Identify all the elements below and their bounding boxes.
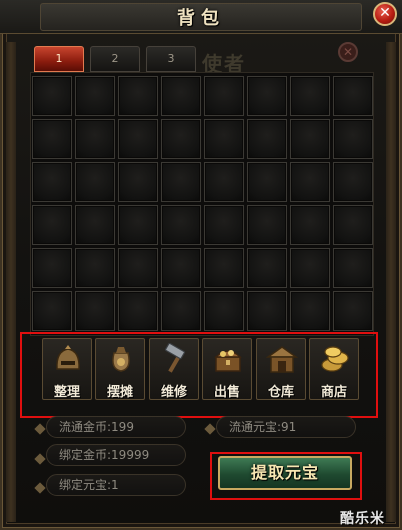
circulating-gold-field: 流通金币:199 [46,416,186,438]
inventory-slot[interactable] [32,205,72,245]
warehouse-icon [265,346,299,373]
hammer-icon [164,343,186,373]
sell-label: 出售 [213,385,240,400]
inventory-slot[interactable] [204,76,244,116]
stall-button[interactable]: 摆摊 [95,338,145,400]
right-border-decoration [386,42,396,522]
inventory-slot[interactable] [118,248,158,288]
bound-yuanbao-value: 1 [111,478,119,492]
inventory-slot[interactable] [204,119,244,159]
inventory-slot[interactable] [204,205,244,245]
inventory-slot[interactable] [333,291,373,331]
sort-button[interactable]: 整理 [42,338,92,400]
repair-button[interactable]: 维修 [149,338,199,400]
inventory-slot[interactable] [333,119,373,159]
inventory-slot[interactable] [333,162,373,202]
inventory-slot[interactable] [333,205,373,245]
close-button[interactable]: ✕ [373,2,397,26]
inventory-slot[interactable] [290,291,330,331]
circulating-yuanbao-label: 流通元宝: [229,420,282,434]
repair-label: 维修 [160,385,187,400]
inventory-slot[interactable] [118,205,158,245]
inventory-slot[interactable] [75,162,115,202]
background-close-icon: ✕ [338,42,358,62]
inventory-slot[interactable] [247,119,287,159]
inventory-slot[interactable] [161,76,201,116]
circulating-yuanbao-field: 流通元宝:91 [216,416,356,438]
inventory-slot[interactable] [75,291,115,331]
inventory-slot[interactable] [118,162,158,202]
inventory-slot[interactable] [204,291,244,331]
sell-button[interactable]: 出售 [202,338,252,400]
inventory-slot[interactable] [118,291,158,331]
inventory-slot[interactable] [290,248,330,288]
inventory-slot[interactable] [32,119,72,159]
bound-gold-field: 绑定金币:19999 [46,444,186,466]
inventory-slot[interactable] [32,76,72,116]
gold-coins-icon [321,346,349,372]
shop-label: 商店 [320,385,347,400]
inventory-slot[interactable] [247,291,287,331]
tab-1[interactable]: 1 [34,46,84,72]
inventory-slot[interactable] [118,76,158,116]
sort-label: 整理 [53,385,80,400]
inventory-slot[interactable] [32,291,72,331]
inventory-slot[interactable] [75,119,115,159]
inventory-slot[interactable] [247,162,287,202]
tab-3[interactable]: 3 [146,46,196,72]
window-title: 背包 [177,8,225,29]
helmet-icon [56,345,80,370]
bound-gold-label: 绑定金币: [59,448,112,462]
inventory-slot[interactable] [247,248,287,288]
inventory-slot[interactable] [290,205,330,245]
inventory-slot[interactable] [75,76,115,116]
circulating-yuanbao-value: 91 [281,420,297,434]
inventory-slot[interactable] [290,119,330,159]
inventory-slot[interactable] [32,248,72,288]
inventory-slot[interactable] [247,76,287,116]
stall-label: 摆摊 [106,385,133,400]
warehouse-label: 仓库 [267,385,294,400]
withdraw-yuanbao-button[interactable]: 提取元宝 [218,456,352,490]
inventory-slot[interactable] [204,162,244,202]
circulating-gold-value: 199 [111,420,134,434]
inventory-slot[interactable] [247,205,287,245]
bound-yuanbao-field: 绑定元宝:1 [46,474,186,496]
left-border-decoration [6,42,16,522]
bound-yuanbao-label: 绑定元宝: [59,478,112,492]
inventory-slot[interactable] [333,76,373,116]
money-bag-icon [112,347,130,372]
inventory-slot[interactable] [161,119,201,159]
inventory-slot[interactable] [290,162,330,202]
inventory-slot[interactable] [333,248,373,288]
inventory-slot[interactable] [118,119,158,159]
treasure-chest-icon [214,350,242,372]
circulating-gold-label: 流通金币: [59,420,112,434]
watermark: 酷乐米 [340,511,385,527]
inventory-slot[interactable] [290,76,330,116]
inventory-slot[interactable] [32,162,72,202]
inventory-slot[interactable] [161,162,201,202]
inventory-slot[interactable] [75,205,115,245]
inventory-slot[interactable] [161,291,201,331]
inventory-slot[interactable] [75,248,115,288]
bound-gold-value: 19999 [111,448,150,462]
inventory-grid [30,72,374,336]
inventory-slot[interactable] [161,248,201,288]
title-bar[interactable]: 背包 ✕ [0,0,402,34]
shop-button[interactable]: 商店 [309,338,359,400]
tab-2[interactable]: 2 [90,46,140,72]
inventory-slot[interactable] [161,205,201,245]
warehouse-button[interactable]: 仓库 [256,338,306,400]
inventory-slot[interactable] [204,248,244,288]
